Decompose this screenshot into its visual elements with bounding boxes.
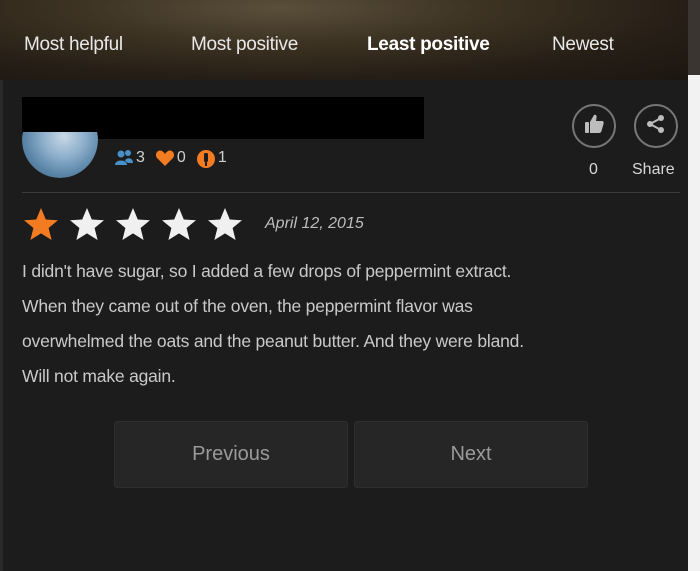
review-date: April 12, 2015 [265, 215, 364, 232]
heart-icon [155, 149, 174, 167]
tab-most-helpful[interactable]: Most helpful [24, 34, 123, 56]
star-empty-icon [68, 206, 106, 244]
favorites-count: 0 [176, 149, 186, 166]
review-text-line: Will not make again. [22, 366, 176, 386]
review-text-line: overwhelmed the oats and the peanut butt… [22, 331, 524, 351]
share-button[interactable] [634, 104, 678, 148]
followers-icon [114, 149, 133, 167]
made-it-icon [196, 149, 215, 168]
share-label[interactable]: Share [632, 161, 675, 179]
thumbs-up-icon [583, 113, 605, 140]
followers-count: 3 [136, 149, 145, 166]
panel-edge [0, 0, 3, 571]
made-it-count: 1 [217, 149, 227, 166]
star-filled-icon [22, 206, 60, 244]
like-button[interactable] [572, 104, 616, 148]
tab-most-positive[interactable]: Most positive [191, 34, 298, 56]
reviewer-stats: 3 0 1 [114, 148, 237, 168]
star-empty-icon [114, 206, 152, 244]
tab-newest[interactable]: Newest [552, 34, 614, 56]
divider [22, 192, 680, 193]
star-rating [22, 206, 252, 244]
like-count: 0 [589, 161, 598, 178]
next-button[interactable]: Next [354, 421, 588, 488]
star-empty-icon [160, 206, 198, 244]
star-empty-icon [206, 206, 244, 244]
review-text: I didn't have sugar, so I added a few dr… [22, 254, 682, 394]
scroll-gutter [688, 75, 700, 571]
share-icon [645, 113, 667, 140]
tab-least-positive[interactable]: Least positive [367, 34, 490, 56]
review-sort-tabs: Most helpful Most positive Least positiv… [0, 34, 690, 68]
review-text-line: When they came out of the oven, the pepp… [22, 296, 473, 316]
review-text-line: I didn't have sugar, so I added a few dr… [22, 261, 512, 281]
previous-button[interactable]: Previous [114, 421, 348, 488]
